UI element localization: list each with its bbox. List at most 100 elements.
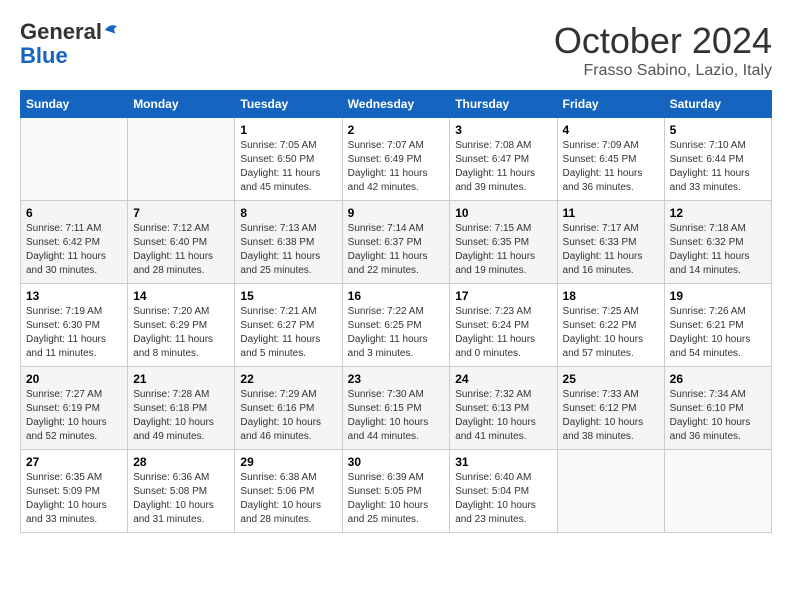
- day-info: Sunrise: 7:27 AM Sunset: 6:19 PM Dayligh…: [26, 388, 122, 444]
- day-info: Sunrise: 7:28 AM Sunset: 6:18 PM Dayligh…: [133, 388, 229, 444]
- calendar-day-8: 8 Sunrise: 7:13 AM Sunset: 6:38 PM Daylig…: [235, 201, 342, 284]
- day-info: Sunrise: 7:30 AM Sunset: 6:15 PM Dayligh…: [348, 388, 445, 444]
- day-info: Sunrise: 7:23 AM Sunset: 6:24 PM Dayligh…: [455, 305, 551, 361]
- day-number: 19: [670, 289, 766, 303]
- calendar-day-1: 1Sunrise: 7:05 AM Sunset: 6:50 PM Daylig…: [235, 118, 342, 201]
- day-number: 13: [26, 289, 122, 303]
- logo-bird-icon: [103, 21, 121, 39]
- day-number: 24: [455, 372, 551, 386]
- day-info: Sunrise: 6:35 AM Sunset: 5:09 PM Dayligh…: [26, 471, 122, 527]
- calendar-day-18: 18 Sunrise: 7:25 AM Sunset: 6:22 PM Dayli…: [557, 284, 664, 367]
- day-number: 3: [455, 123, 551, 137]
- calendar-day-6: 6Sunrise: 7:11 AM Sunset: 6:42 PM Daylig…: [21, 201, 128, 284]
- calendar-day-20: 20 Sunrise: 7:27 AM Sunset: 6:19 PM Dayli…: [21, 367, 128, 450]
- day-info: Sunrise: 7:21 AM Sunset: 6:27 PM Dayligh…: [240, 305, 336, 361]
- day-info: Sunrise: 6:39 AM Sunset: 5:05 PM Dayligh…: [348, 471, 445, 527]
- day-header-sunday: Sunday: [21, 91, 128, 118]
- day-number: 22: [240, 372, 336, 386]
- calendar-day-2: 2 Sunrise: 7:07 AM Sunset: 6:49 PM Daylig…: [342, 118, 450, 201]
- month-title: October 2024: [554, 20, 772, 62]
- day-info: Sunrise: 7:34 AM Sunset: 6:10 PM Dayligh…: [670, 388, 766, 444]
- day-header-wednesday: Wednesday: [342, 91, 450, 118]
- day-number: 27: [26, 455, 122, 469]
- day-number: 25: [563, 372, 659, 386]
- calendar-day-30: 30Sunrise: 6:39 AM Sunset: 5:05 PM Dayli…: [342, 450, 450, 533]
- calendar-day-26: 26Sunrise: 7:34 AM Sunset: 6:10 PM Dayli…: [664, 367, 771, 450]
- calendar-day-13: 13 Sunrise: 7:19 AM Sunset: 6:30 PM Dayli…: [21, 284, 128, 367]
- day-number: 28: [133, 455, 229, 469]
- calendar-day-3: 3Sunrise: 7:08 AM Sunset: 6:47 PM Daylig…: [450, 118, 557, 201]
- calendar-day-5: 5 Sunrise: 7:10 AM Sunset: 6:44 PM Daylig…: [664, 118, 771, 201]
- day-info: Sunrise: 7:07 AM Sunset: 6:49 PM Dayligh…: [348, 139, 445, 195]
- calendar-day-29: 29Sunrise: 6:38 AM Sunset: 5:06 PM Dayli…: [235, 450, 342, 533]
- day-info: Sunrise: 7:18 AM Sunset: 6:32 PM Dayligh…: [670, 222, 766, 278]
- calendar-week-row: 1Sunrise: 7:05 AM Sunset: 6:50 PM Daylig…: [21, 118, 772, 201]
- day-number: 17: [455, 289, 551, 303]
- day-info: Sunrise: 6:38 AM Sunset: 5:06 PM Dayligh…: [240, 471, 336, 527]
- calendar-day-19: 19 Sunrise: 7:26 AM Sunset: 6:21 PM Dayli…: [664, 284, 771, 367]
- calendar-day-10: 10Sunrise: 7:15 AM Sunset: 6:35 PM Dayli…: [450, 201, 557, 284]
- calendar-day-28: 28 Sunrise: 6:36 AM Sunset: 5:08 PM Dayli…: [128, 450, 235, 533]
- day-number: 4: [563, 123, 659, 137]
- calendar-day-16: 16 Sunrise: 7:22 AM Sunset: 6:25 PM Dayli…: [342, 284, 450, 367]
- day-header-saturday: Saturday: [664, 91, 771, 118]
- day-info: Sunrise: 6:36 AM Sunset: 5:08 PM Dayligh…: [133, 471, 229, 527]
- empty-day: [557, 450, 664, 533]
- calendar-day-31: 31Sunrise: 6:40 AM Sunset: 5:04 PM Dayli…: [450, 450, 557, 533]
- day-number: 1: [240, 123, 336, 137]
- day-number: 9: [348, 206, 445, 220]
- calendar-day-7: 7 Sunrise: 7:12 AM Sunset: 6:40 PM Daylig…: [128, 201, 235, 284]
- logo: General Blue: [20, 20, 121, 68]
- calendar-day-25: 25 Sunrise: 7:33 AM Sunset: 6:12 PM Dayli…: [557, 367, 664, 450]
- day-info: Sunrise: 7:13 AM Sunset: 6:38 PM Dayligh…: [240, 222, 336, 278]
- calendar-day-23: 23 Sunrise: 7:30 AM Sunset: 6:15 PM Dayli…: [342, 367, 450, 450]
- calendar-day-14: 14 Sunrise: 7:20 AM Sunset: 6:29 PM Dayli…: [128, 284, 235, 367]
- day-number: 10: [455, 206, 551, 220]
- day-number: 7: [133, 206, 229, 220]
- day-number: 23: [348, 372, 445, 386]
- day-number: 31: [455, 455, 551, 469]
- empty-day: [128, 118, 235, 201]
- day-info: Sunrise: 7:12 AM Sunset: 6:40 PM Dayligh…: [133, 222, 229, 278]
- day-header-friday: Friday: [557, 91, 664, 118]
- day-info: Sunrise: 7:29 AM Sunset: 6:16 PM Dayligh…: [240, 388, 336, 444]
- day-info: Sunrise: 7:20 AM Sunset: 6:29 PM Dayligh…: [133, 305, 229, 361]
- day-header-monday: Monday: [128, 91, 235, 118]
- day-info: Sunrise: 7:26 AM Sunset: 6:21 PM Dayligh…: [670, 305, 766, 361]
- day-number: 16: [348, 289, 445, 303]
- empty-day: [21, 118, 128, 201]
- day-info: Sunrise: 7:32 AM Sunset: 6:13 PM Dayligh…: [455, 388, 551, 444]
- day-number: 15: [240, 289, 336, 303]
- day-number: 21: [133, 372, 229, 386]
- location: Frasso Sabino, Lazio, Italy: [554, 62, 772, 80]
- calendar-table: SundayMondayTuesdayWednesdayThursdayFrid…: [20, 90, 772, 533]
- day-info: Sunrise: 7:10 AM Sunset: 6:44 PM Dayligh…: [670, 139, 766, 195]
- day-info: Sunrise: 7:17 AM Sunset: 6:33 PM Dayligh…: [563, 222, 659, 278]
- logo-blue: Blue: [20, 43, 68, 68]
- calendar-day-9: 9Sunrise: 7:14 AM Sunset: 6:37 PM Daylig…: [342, 201, 450, 284]
- day-header-thursday: Thursday: [450, 91, 557, 118]
- day-number: 12: [670, 206, 766, 220]
- day-info: Sunrise: 7:25 AM Sunset: 6:22 PM Dayligh…: [563, 305, 659, 361]
- day-number: 8: [240, 206, 336, 220]
- day-info: Sunrise: 7:09 AM Sunset: 6:45 PM Dayligh…: [563, 139, 659, 195]
- day-number: 14: [133, 289, 229, 303]
- calendar-week-row: 13 Sunrise: 7:19 AM Sunset: 6:30 PM Dayli…: [21, 284, 772, 367]
- calendar-day-11: 11 Sunrise: 7:17 AM Sunset: 6:33 PM Dayli…: [557, 201, 664, 284]
- day-info: Sunrise: 7:19 AM Sunset: 6:30 PM Dayligh…: [26, 305, 122, 361]
- calendar-day-22: 22 Sunrise: 7:29 AM Sunset: 6:16 PM Dayli…: [235, 367, 342, 450]
- day-number: 5: [670, 123, 766, 137]
- day-info: Sunrise: 7:33 AM Sunset: 6:12 PM Dayligh…: [563, 388, 659, 444]
- calendar-day-15: 15 Sunrise: 7:21 AM Sunset: 6:27 PM Dayli…: [235, 284, 342, 367]
- calendar-day-24: 24 Sunrise: 7:32 AM Sunset: 6:13 PM Dayli…: [450, 367, 557, 450]
- day-number: 18: [563, 289, 659, 303]
- day-number: 11: [563, 206, 659, 220]
- day-number: 2: [348, 123, 445, 137]
- day-number: 20: [26, 372, 122, 386]
- calendar-day-12: 12 Sunrise: 7:18 AM Sunset: 6:32 PM Dayli…: [664, 201, 771, 284]
- day-header-tuesday: Tuesday: [235, 91, 342, 118]
- calendar-day-4: 4 Sunrise: 7:09 AM Sunset: 6:45 PM Daylig…: [557, 118, 664, 201]
- calendar-day-27: 27 Sunrise: 6:35 AM Sunset: 5:09 PM Dayli…: [21, 450, 128, 533]
- calendar-header-row: SundayMondayTuesdayWednesdayThursdayFrid…: [21, 91, 772, 118]
- day-info: Sunrise: 7:22 AM Sunset: 6:25 PM Dayligh…: [348, 305, 445, 361]
